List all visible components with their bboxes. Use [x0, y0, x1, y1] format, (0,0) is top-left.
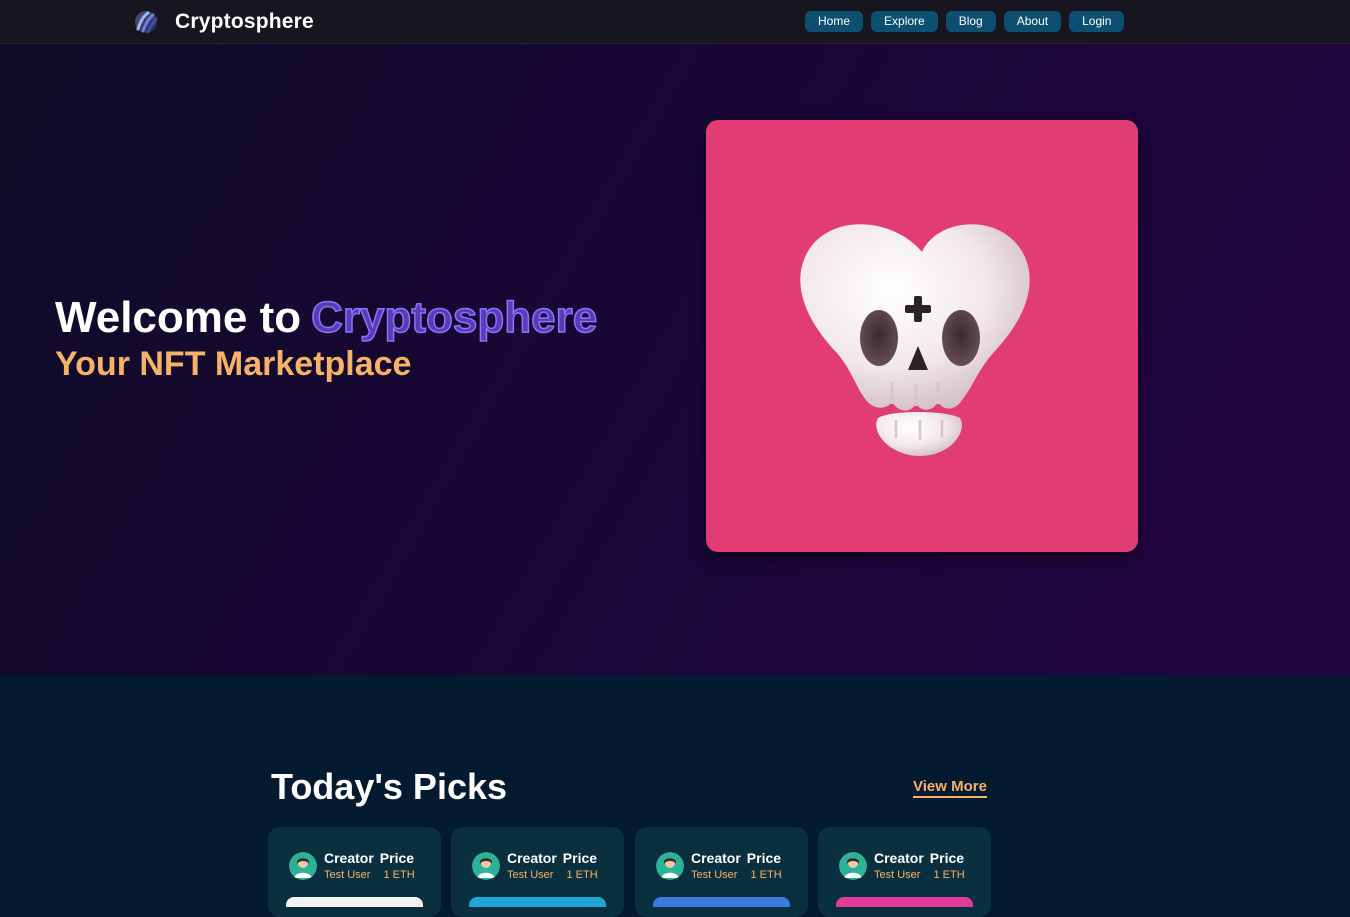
card-header: Creator Price	[691, 850, 781, 866]
card-image-preview	[836, 897, 973, 907]
card-image-preview	[286, 897, 423, 907]
nft-card[interactable]: Creator Price Test User 1 ETH	[451, 827, 624, 917]
hero-title-highlight: Cryptosphere	[310, 293, 598, 343]
nav-about-button[interactable]: About	[1003, 11, 1062, 32]
avatar	[289, 852, 317, 880]
card-header: Creator Price	[507, 850, 597, 866]
nav-links: Home Explore Blog About Login	[805, 11, 1125, 32]
price-label: Price	[929, 850, 965, 866]
nav-home-button[interactable]: Home	[805, 11, 864, 32]
todays-picks-section: Today's Picks View More Creator Price Te…	[0, 675, 1350, 917]
view-more-link[interactable]: View More	[913, 778, 987, 798]
card-values: Test User 1 ETH	[324, 869, 415, 881]
heart-skull-icon	[800, 224, 1030, 456]
hero-section: Welcome to Cryptosphere Your NFT Marketpl…	[0, 44, 1350, 675]
price-value: 1 ETH	[750, 869, 782, 881]
picks-card-list: Creator Price Test User 1 ETH Creator Pr…	[268, 827, 991, 917]
nft-card[interactable]: Creator Price Test User 1 ETH	[635, 827, 808, 917]
price-value: 1 ETH	[383, 869, 415, 881]
brand-name: Cryptosphere	[175, 10, 314, 33]
nft-card[interactable]: Creator Price Test User 1 ETH	[268, 827, 441, 917]
price-value: 1 ETH	[933, 869, 965, 881]
creator-name: Test User	[324, 869, 371, 881]
price-label: Price	[379, 850, 415, 866]
card-header: Creator Price	[874, 850, 964, 866]
avatar	[472, 852, 500, 880]
creator-label: Creator	[874, 850, 924, 866]
logo-icon	[135, 11, 158, 34]
avatar	[839, 852, 867, 880]
card-values: Test User 1 ETH	[874, 869, 965, 881]
nav-explore-button[interactable]: Explore	[871, 11, 938, 32]
hero-title: Welcome to Cryptosphere	[55, 293, 598, 343]
hero-title-prefix: Welcome to	[55, 293, 302, 342]
navbar: Cryptosphere Home Explore Blog About Log…	[0, 0, 1350, 44]
creator-name: Test User	[691, 869, 738, 881]
hero-text: Welcome to Cryptosphere Your NFT Marketpl…	[55, 293, 598, 384]
price-value: 1 ETH	[566, 869, 598, 881]
nav-blog-button[interactable]: Blog	[945, 11, 996, 32]
price-label: Price	[746, 850, 782, 866]
creator-label: Creator	[691, 850, 741, 866]
section-title: Today's Picks	[271, 766, 508, 807]
hero-nft-card[interactable]	[706, 120, 1138, 552]
card-image-preview	[653, 897, 790, 907]
brand[interactable]: Cryptosphere	[133, 6, 314, 38]
nft-card[interactable]: Creator Price Test User 1 ETH	[818, 827, 991, 917]
nav-login-button[interactable]: Login	[1069, 11, 1125, 32]
creator-name: Test User	[507, 869, 554, 881]
hero-subtitle: Your NFT Marketplace	[55, 345, 412, 383]
creator-label: Creator	[324, 850, 374, 866]
price-label: Price	[562, 850, 598, 866]
creator-label: Creator	[507, 850, 557, 866]
card-header: Creator Price	[324, 850, 414, 866]
creator-name: Test User	[874, 869, 921, 881]
card-values: Test User 1 ETH	[691, 869, 782, 881]
card-image-preview	[469, 897, 606, 907]
card-values: Test User 1 ETH	[507, 869, 598, 881]
avatar	[656, 852, 684, 880]
